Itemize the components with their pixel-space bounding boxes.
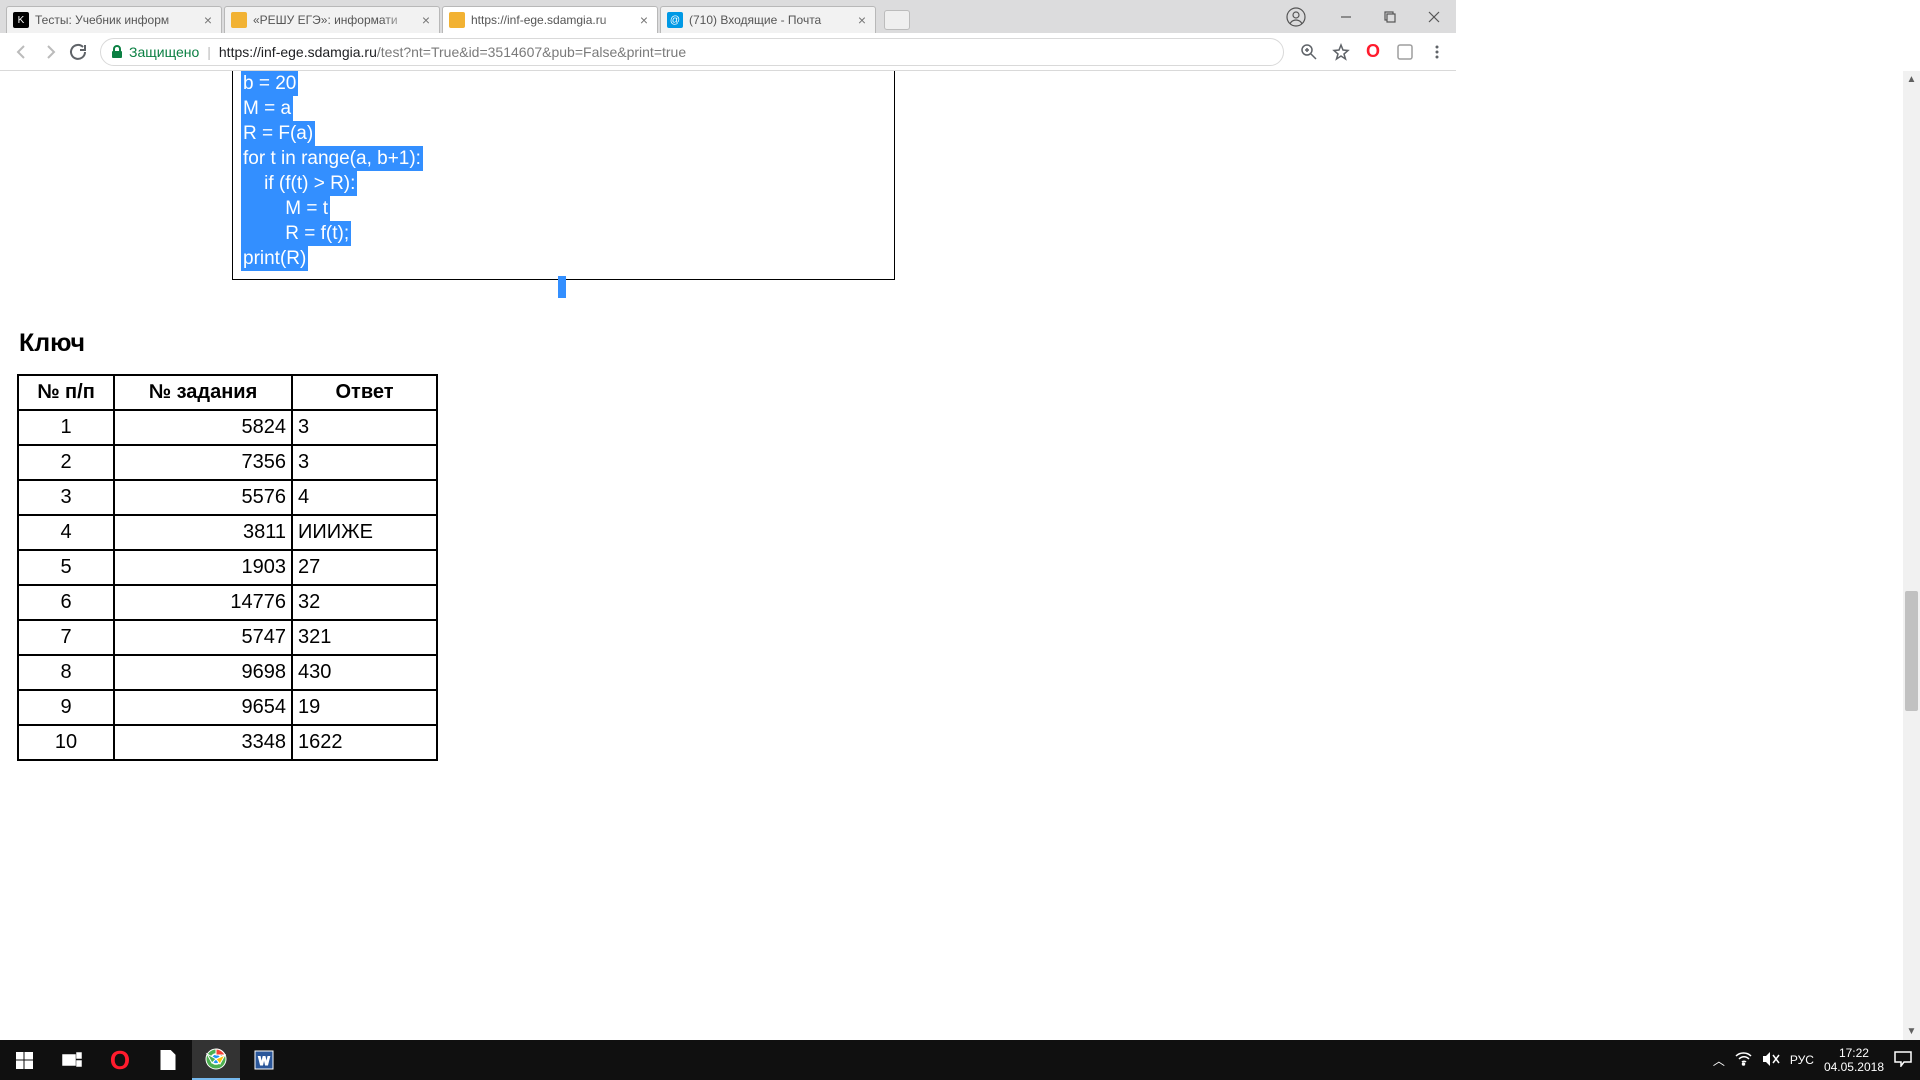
clock-date: 04.05.2018	[1824, 1060, 1884, 1074]
selection-caret	[558, 276, 566, 298]
tab-title: «РЕШУ ЕГЭ»: информати	[253, 13, 415, 27]
keyboard-lang[interactable]: РУС	[1790, 1053, 1814, 1067]
tab-title: (710) Входящие - Почта	[689, 13, 851, 27]
table-row: 61477632	[18, 585, 437, 620]
code-box: b = 20 M = a R = F(a) for t in range(a, …	[232, 71, 895, 280]
code-line: for t in range(a, b+1):	[241, 146, 423, 171]
address-bar[interactable]: Защищено | https://inf-ege.sdamgia.ru/te…	[100, 38, 1284, 66]
close-window-button[interactable]	[1412, 2, 1456, 32]
column-header: № п/п	[18, 375, 114, 410]
scroll-thumb[interactable]	[1905, 591, 1918, 711]
tab-2[interactable]: https://inf-ege.sdamgia.ru ×	[442, 6, 658, 33]
tab-1[interactable]: «РЕШУ ЕГЭ»: информати ×	[224, 6, 440, 33]
window-controls	[1280, 0, 1456, 33]
profile-avatar-icon[interactable]	[1280, 1, 1312, 33]
back-button[interactable]	[8, 38, 36, 66]
scroll-down-icon[interactable]: ▼	[1903, 1023, 1920, 1040]
url-path: /test?nt=True&id=3514607&pub=False&print…	[377, 44, 686, 60]
tab-0[interactable]: K Тесты: Учебник информ ×	[6, 6, 222, 33]
table-row: 5190327	[18, 550, 437, 585]
table-row: 158243	[18, 410, 437, 445]
taskbar-file-icon[interactable]	[144, 1040, 192, 1080]
taskbar-word-icon[interactable]: W	[240, 1040, 288, 1080]
tab-title: https://inf-ege.sdamgia.ru	[471, 13, 633, 27]
favicon-sun-icon	[449, 12, 465, 28]
clock-time: 17:22	[1824, 1046, 1884, 1060]
favicon-sun-icon	[231, 12, 247, 28]
toolbar-actions: O	[1298, 41, 1448, 63]
browser-menu-icon[interactable]	[1426, 41, 1448, 63]
start-button[interactable]	[0, 1040, 48, 1080]
bookmark-star-icon[interactable]	[1330, 41, 1352, 63]
code-line: b = 20	[241, 71, 298, 96]
code-line: M = t	[241, 196, 330, 221]
browser-tabstrip: K Тесты: Учебник информ × «РЕШУ ЕГЭ»: ин…	[0, 0, 1456, 33]
answer-key-table: № п/п № задания Ответ 158243 273563 3557…	[17, 374, 438, 761]
code-line: M = a	[241, 96, 293, 121]
browser-toolbar: Защищено | https://inf-ege.sdamgia.ru/te…	[0, 33, 1456, 71]
minimize-button[interactable]	[1324, 2, 1368, 32]
reload-button[interactable]	[64, 38, 92, 66]
wifi-icon[interactable]	[1735, 1052, 1752, 1069]
close-icon[interactable]: ×	[201, 13, 215, 27]
system-tray: ︿ РУС 17:22 04.05.2018	[1713, 1046, 1920, 1074]
code-line: if (f(t) > R):	[241, 171, 357, 196]
close-icon[interactable]: ×	[637, 13, 651, 27]
taskbar-opera-icon[interactable]: O	[96, 1040, 144, 1080]
volume-muted-icon[interactable]	[1762, 1051, 1780, 1070]
extension-icon[interactable]	[1394, 41, 1416, 63]
clock[interactable]: 17:22 04.05.2018	[1824, 1046, 1884, 1074]
table-row: 43811ИИИЖЕ	[18, 515, 437, 550]
close-icon[interactable]: ×	[419, 13, 433, 27]
svg-text:W: W	[258, 1054, 270, 1068]
taskbar-chrome-icon[interactable]	[192, 1040, 240, 1080]
tab-3[interactable]: @ (710) Входящие - Почта ×	[660, 6, 876, 33]
zoom-icon[interactable]	[1298, 41, 1320, 63]
vertical-scrollbar[interactable]: ▲ ▼	[1903, 71, 1920, 1040]
key-heading: Ключ	[19, 329, 85, 358]
close-icon[interactable]: ×	[855, 13, 869, 27]
code-line: print(R)	[241, 246, 308, 271]
table-row: 355764	[18, 480, 437, 515]
table-row: 273563	[18, 445, 437, 480]
favicon-k-icon: K	[13, 12, 29, 28]
column-header: Ответ	[292, 375, 437, 410]
favicon-mail-icon: @	[667, 12, 683, 28]
column-header: № задания	[114, 375, 292, 410]
table-row: 1033481622	[18, 725, 437, 760]
page-content: b = 20 M = a R = F(a) for t in range(a, …	[0, 71, 1920, 1040]
windows-taskbar: O W ︿ РУС 17:22 04.05.2018	[0, 1040, 1920, 1080]
table-header-row: № п/п № задания Ответ	[18, 375, 437, 410]
tab-title: Тесты: Учебник информ	[35, 13, 197, 27]
scroll-up-icon[interactable]: ▲	[1903, 71, 1920, 88]
code-line: R = f(t);	[241, 221, 351, 246]
new-tab-button[interactable]	[884, 10, 910, 30]
tray-chevron-up-icon[interactable]: ︿	[1713, 1052, 1725, 1069]
table-row: 9965419	[18, 690, 437, 725]
action-center-icon[interactable]	[1894, 1051, 1912, 1070]
code-line: R = F(a)	[241, 121, 315, 146]
url-host: https://inf-ege.sdamgia.ru	[219, 44, 377, 60]
task-view-button[interactable]	[48, 1040, 96, 1080]
opera-extension-icon[interactable]: O	[1362, 41, 1384, 63]
table-row: 75747321	[18, 620, 437, 655]
lock-icon	[111, 45, 123, 59]
forward-button[interactable]	[36, 38, 64, 66]
secure-label: Защищено	[129, 44, 199, 60]
maximize-button[interactable]	[1368, 2, 1412, 32]
table-row: 89698430	[18, 655, 437, 690]
